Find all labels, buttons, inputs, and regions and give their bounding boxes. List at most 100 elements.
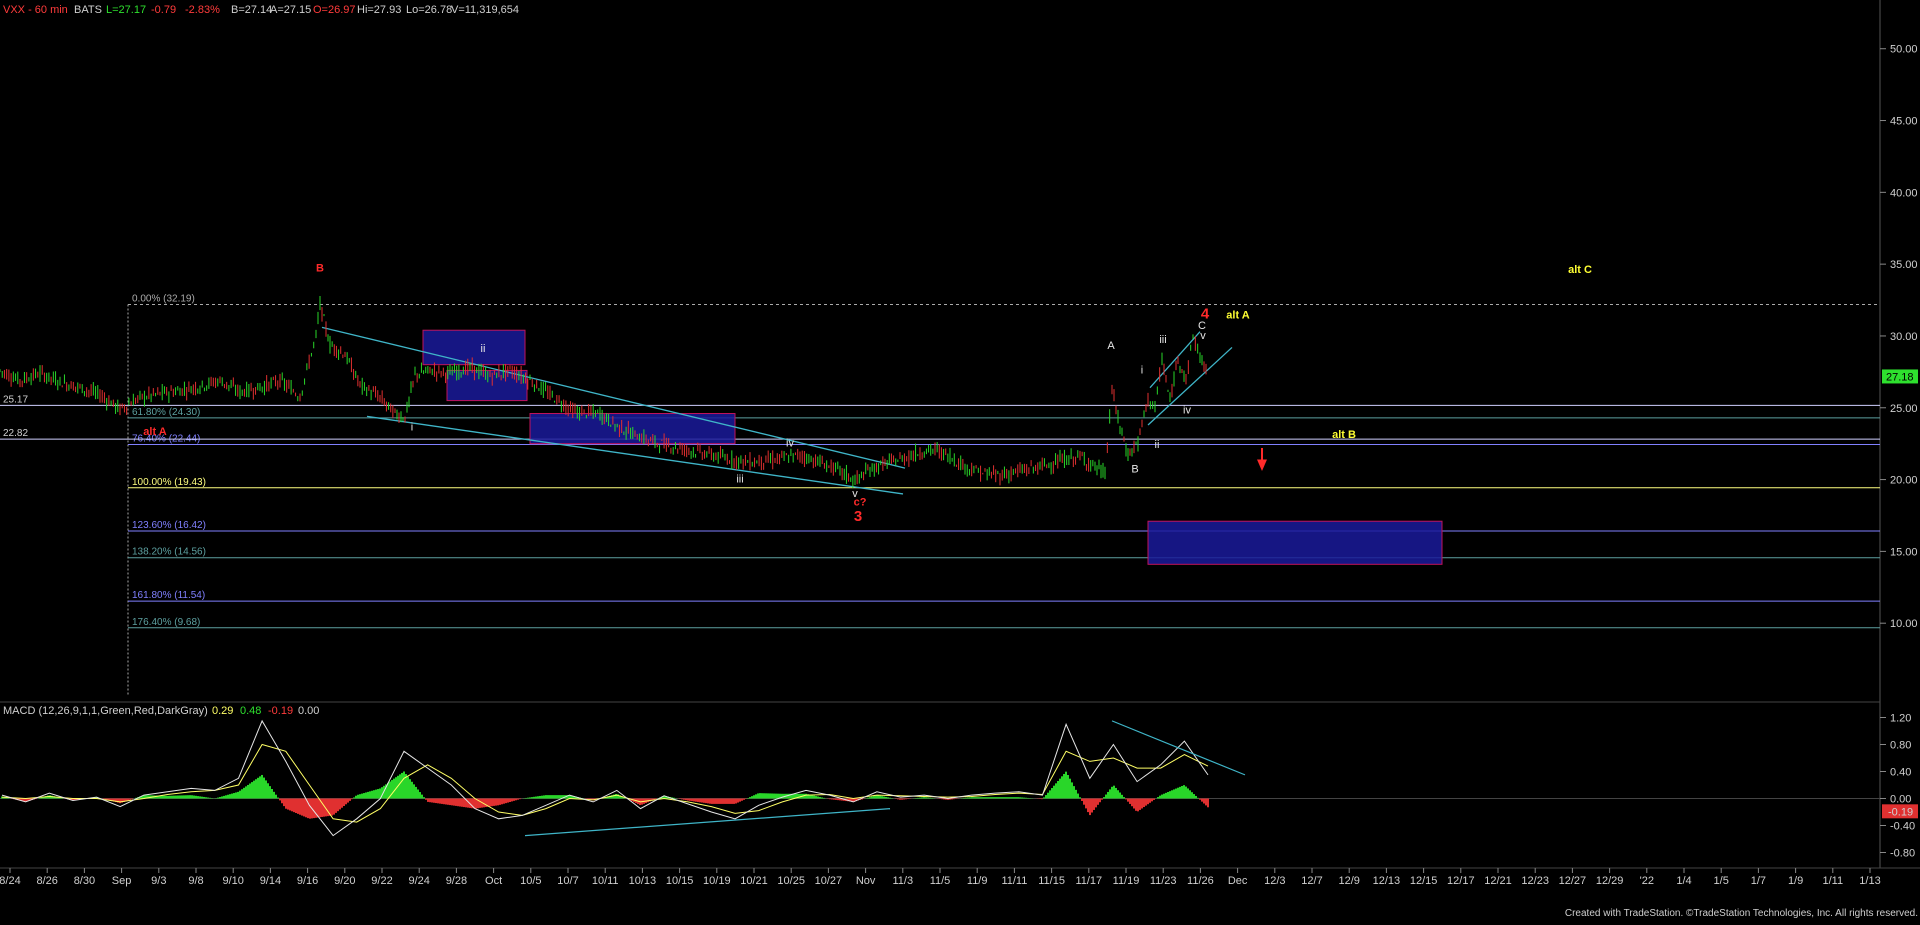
time-tick-label: 10/25	[777, 875, 805, 887]
time-tick-label: 12/29	[1596, 875, 1624, 887]
last-price-value: L=27.17	[106, 4, 146, 16]
time-tick-label: Sep	[112, 875, 132, 887]
time-tick-label: 9/16	[297, 875, 318, 887]
ask-value: A=27.15	[270, 4, 311, 16]
wave-label: iii	[736, 473, 743, 485]
time-tick-label: 10/19	[703, 875, 731, 887]
wave-label: alt A	[1226, 310, 1249, 322]
level-line-label: 25.17	[3, 394, 28, 405]
time-tick-label: 12/9	[1338, 875, 1359, 887]
fib-level-label: 100.00% (19.43)	[132, 477, 206, 488]
time-tick-label: 1/7	[1751, 875, 1766, 887]
time-tick-label: 9/14	[260, 875, 281, 887]
macd-readout-4: 0.00	[298, 705, 319, 717]
macd-readout-3: -0.19	[268, 705, 293, 717]
fib-level-label: 138.20% (14.56)	[132, 547, 206, 558]
time-tick-label: 12/13	[1373, 875, 1401, 887]
time-tick-label: 9/22	[371, 875, 392, 887]
time-tick-label: 11/23	[1150, 875, 1177, 887]
time-tick-label: 1/13	[1859, 875, 1880, 887]
time-tick-label: 11/5	[930, 875, 951, 887]
symbol-label: VXX - 60 min	[3, 4, 68, 16]
time-tick-label: 10/5	[520, 875, 541, 887]
time-tick-label: 12/23	[1521, 875, 1549, 887]
high-value: Hi=27.93	[357, 4, 401, 16]
macd-title: MACD (12,26,9,1,1,Green,Red,DarkGray)	[3, 705, 208, 717]
time-tick-label: 11/17	[1075, 875, 1102, 887]
time-tick-label: 9/10	[222, 875, 243, 887]
exchange-label: BATS	[74, 4, 102, 16]
time-tick-label: 8/26	[36, 875, 57, 887]
macd-readout-2: 0.48	[240, 705, 261, 717]
change-value: -0.79	[151, 4, 176, 16]
macd-header: MACD (12,26,9,1,1,Green,Red,DarkGray) 0.…	[3, 705, 319, 717]
wave-label: i	[1141, 364, 1143, 376]
time-tick-label: 12/7	[1301, 875, 1322, 887]
time-tick-label: 8/30	[74, 875, 95, 887]
low-value: Lo=26.78	[406, 4, 452, 16]
wave-label: iv	[1183, 405, 1191, 417]
price-tick-label: 50.00	[1890, 44, 1918, 56]
vxx-price-chart[interactable]: VXX - 60 min BATS L=27.17 -0.79 -2.83% B…	[0, 0, 1920, 920]
wave-label: iii	[1159, 334, 1166, 346]
wave-label: alt C	[1568, 264, 1592, 276]
macd-tick-label: 1.20	[1890, 713, 1911, 725]
time-tick-label: 12/17	[1447, 875, 1475, 887]
price-tick-label: 45.00	[1890, 116, 1918, 128]
chart-canvas[interactable]: VXX - 60 min BATS L=27.17 -0.79 -2.83% B…	[0, 0, 1920, 920]
time-tick-label: 9/3	[151, 875, 166, 887]
level-line-label: 22.82	[3, 428, 28, 439]
time-tick-label: 11/9	[967, 875, 988, 887]
time-tick-label: '22	[1640, 875, 1654, 887]
target-zone-box	[422, 329, 526, 366]
time-tick-label: 9/8	[188, 875, 203, 887]
price-tick-label: 25.00	[1890, 403, 1918, 415]
price-tick-label: 20.00	[1890, 475, 1918, 487]
open-value: O=26.97	[313, 4, 356, 16]
time-tick-label: Nov	[856, 875, 876, 887]
fib-level-label: 123.60% (16.42)	[132, 520, 206, 531]
price-tick-label: 40.00	[1890, 187, 1918, 199]
time-tick-label: 10/11	[592, 875, 619, 887]
volume-value: V=11,319,654	[451, 4, 519, 16]
macd-tick-label: 0.40	[1890, 767, 1911, 779]
change-pct-value: -2.83%	[185, 4, 220, 16]
bid-value: B=27.14	[231, 4, 272, 16]
chart-background	[0, 0, 1920, 920]
time-tick-label: 1/9	[1788, 875, 1803, 887]
time-tick-label: Dec	[1228, 875, 1248, 887]
time-tick-label: 12/27	[1559, 875, 1587, 887]
time-tick-label: 11/15	[1038, 875, 1065, 887]
wave-label: A	[1107, 340, 1115, 352]
time-tick-label: 1/5	[1714, 875, 1729, 887]
wave-label: i	[411, 422, 413, 434]
macd-tick-label: -0.40	[1890, 821, 1915, 833]
time-tick-label: 8/24	[0, 875, 21, 887]
time-tick-label: 10/27	[815, 875, 843, 887]
time-tick-label: 9/20	[334, 875, 355, 887]
time-tick-label: 10/21	[740, 875, 768, 887]
wave-label: B	[316, 262, 324, 274]
price-tick-label: 30.00	[1890, 331, 1918, 343]
fib-level-label: 176.40% (9.68)	[132, 617, 200, 628]
time-tick-label: 12/3	[1264, 875, 1285, 887]
time-tick-label: 1/11	[1823, 875, 1844, 887]
time-tick-label: 12/15	[1410, 875, 1438, 887]
wave-label: 4	[1201, 306, 1210, 323]
time-tick-label: 11/19	[1113, 875, 1140, 887]
last-price-tag-label: 27.18	[1886, 371, 1914, 383]
wave-label: ii	[1155, 439, 1160, 451]
price-tick-label: 35.00	[1890, 259, 1918, 271]
price-tick-label: 10.00	[1890, 618, 1918, 630]
macd-readout-1: 0.29	[212, 705, 233, 717]
macd-last-tag-label: -0.19	[1888, 806, 1913, 818]
time-tick-label: 11/26	[1187, 875, 1214, 887]
time-tick-label: 11/11	[1001, 875, 1027, 887]
wave-label: iv	[786, 438, 794, 450]
wave-label: c?	[854, 496, 867, 508]
target-zone-box	[1147, 520, 1443, 565]
footer-credit: Created with TradeStation. ©TradeStation…	[1565, 908, 1918, 919]
macd-tick-label: 0.00	[1890, 794, 1911, 806]
fib-level-label: 61.80% (24.30)	[132, 407, 200, 418]
symbol-header: VXX - 60 min BATS L=27.17 -0.79 -2.83% B…	[3, 4, 519, 16]
